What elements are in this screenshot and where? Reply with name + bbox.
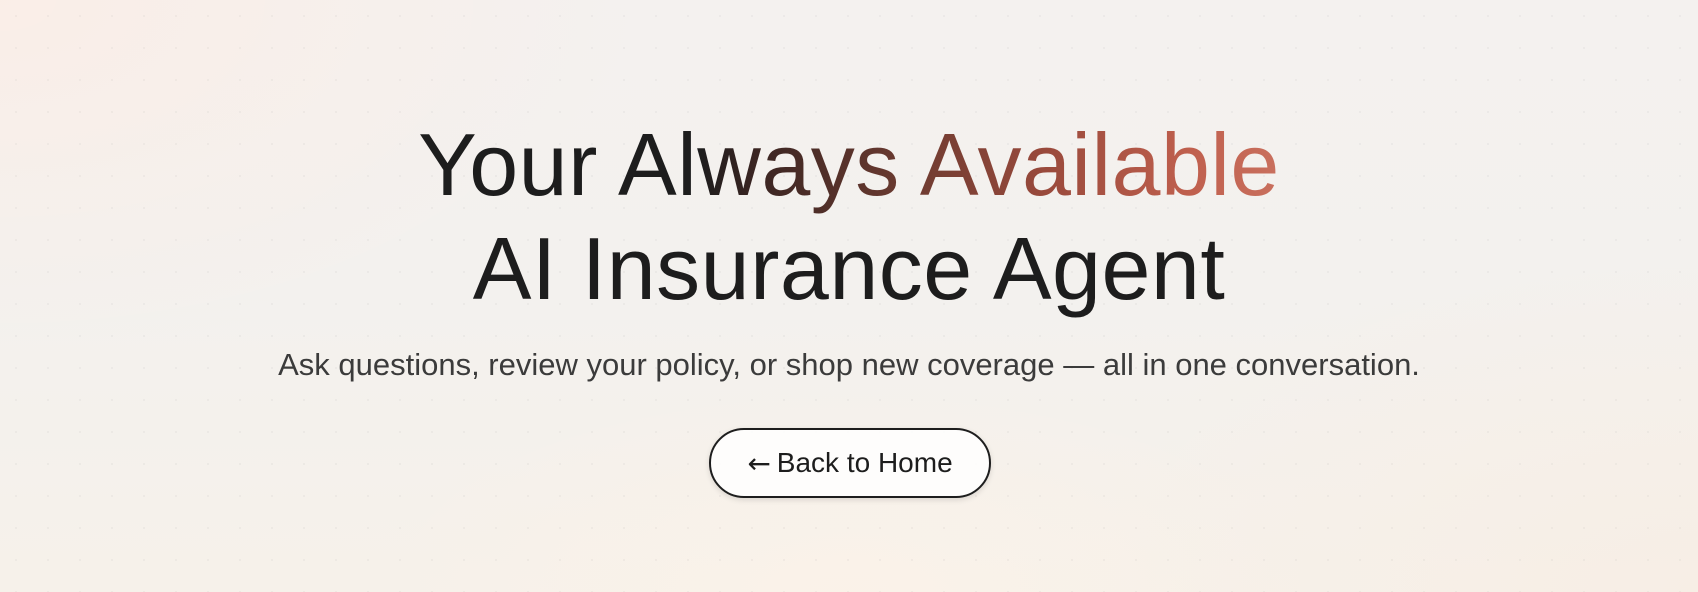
back-to-home-label: Back to Home bbox=[776, 447, 953, 478]
hero-subtitle: Ask questions, review your policy, or sh… bbox=[278, 347, 1420, 382]
headline-gradient-text: ways Available bbox=[697, 115, 1280, 214]
headline-line-2: AI Insurance Agent bbox=[472, 219, 1226, 318]
back-to-home-button[interactable]: ← Back to Home bbox=[709, 428, 991, 498]
left-arrow-icon: ← bbox=[747, 446, 771, 480]
headline-line-1: Your Always Available bbox=[0, 114, 1698, 216]
headline-plain-text: Your Al bbox=[418, 115, 698, 214]
hero-section: Your Always Available AI Insurance Agent… bbox=[0, 0, 1698, 592]
